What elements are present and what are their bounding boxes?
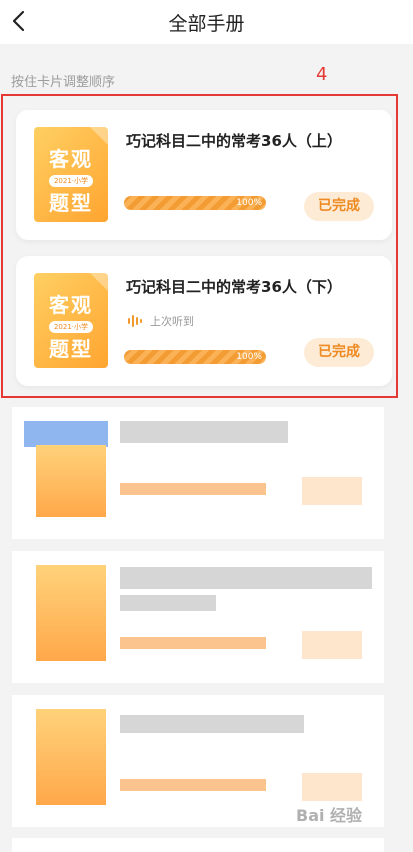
manual-card[interactable]: 客观 2021·小学 题型 巧记科目二中的常考36人（下） 上次听到 100% … [16,256,392,386]
obscured-manual-card[interactable] [12,551,384,683]
cover-line1: 客观 [49,147,93,171]
completed-button[interactable]: 已完成 [304,192,374,221]
cover-badge: 2021·小学 [49,321,93,333]
watermark: Bai 经验 [296,806,363,825]
completed-button[interactable]: 已完成 [304,338,374,367]
book-title: 巧记科目二中的常考36人（上） [126,132,342,150]
cover-line2: 题型 [49,337,93,361]
reorder-hint: 按住卡片调整顺序 [11,75,116,90]
page-title: 全部手册 [168,13,245,35]
progress-bar: 100% [124,350,266,364]
cover-line2: 题型 [49,191,93,215]
book-cover: 客观 2021·小学 题型 [34,127,108,222]
audio-wave-icon [128,315,142,327]
progress-bar: 100% [124,196,266,210]
obscured-manual-card[interactable] [12,838,384,852]
cover-badge: 2021·小学 [49,175,93,187]
cover-line1: 客观 [49,293,93,317]
book-title: 巧记科目二中的常考36人（下） [126,278,342,296]
progress-label: 100% [236,352,262,362]
last-listened-label: 上次听到 [150,315,194,328]
last-listened: 上次听到 [128,313,194,329]
book-cover: 客观 2021·小学 题型 [34,273,108,368]
obscured-manual-card[interactable] [12,407,384,539]
top-bar: 全部手册 [0,0,413,44]
manual-card[interactable]: 客观 2021·小学 题型 巧记科目二中的常考36人（上） 100% 已完成 [16,110,392,240]
progress-label: 100% [236,198,262,208]
annotation-number: 4 [316,64,328,85]
